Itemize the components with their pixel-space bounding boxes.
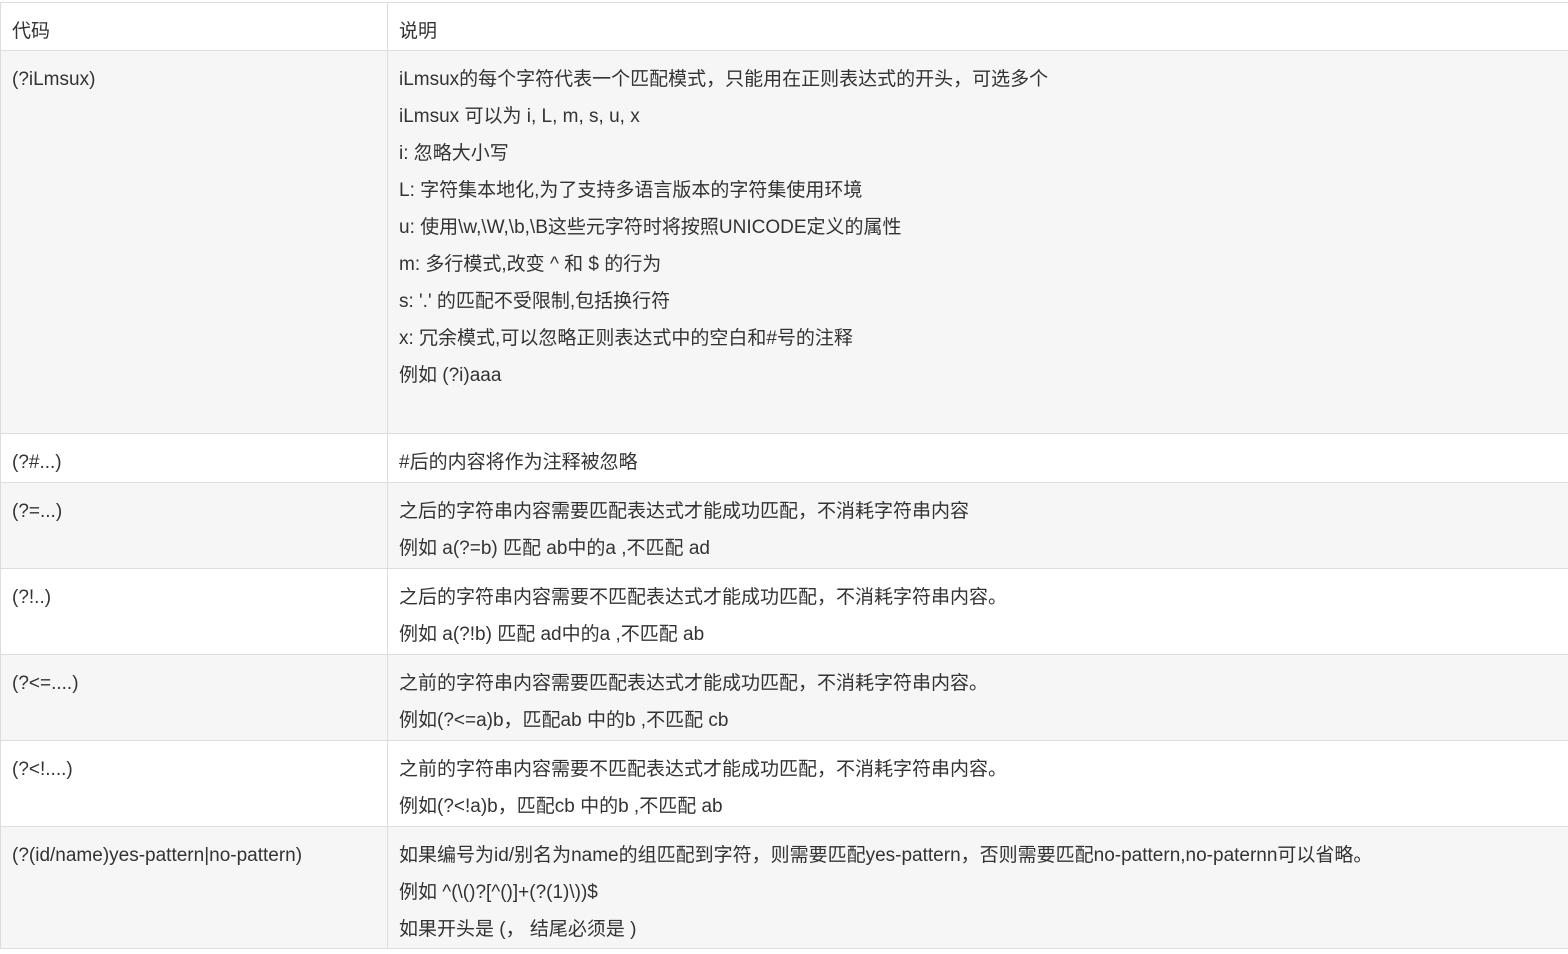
- table-row: (?iLmsux)iLmsux的每个字符代表一个匹配模式，只能用在正则表达式的开…: [1, 51, 1568, 434]
- description-line: i: 忽略大小写: [399, 135, 1558, 172]
- table-row: (?#...) #后的内容将作为注释被忽略: [1, 434, 1568, 483]
- description-line: #后的内容将作为注释被忽略: [399, 444, 1558, 481]
- description-line: 之前的字符串内容需要不匹配表达式才能成功匹配，不消耗字符串内容。: [399, 751, 1558, 788]
- header-desc: 说明: [388, 3, 1568, 51]
- description-line: s: '.' 的匹配不受限制,包括换行符: [399, 283, 1558, 320]
- description-cell: 之后的字符串内容需要匹配表达式才能成功匹配，不消耗字符串内容例如 a(?=b) …: [388, 483, 1568, 569]
- description-line: u: 使用\w,\W,\b,\B这些元字符时将按照UNICODE定义的属性: [399, 209, 1558, 246]
- table-row: (?<!....)之前的字符串内容需要不匹配表达式才能成功匹配，不消耗字符串内容…: [1, 741, 1568, 827]
- description-cell: 之前的字符串内容需要不匹配表达式才能成功匹配，不消耗字符串内容。例如(?<!a)…: [388, 741, 1568, 827]
- code-cell: (?<=....): [1, 655, 388, 741]
- code-cell: (?<!....): [1, 741, 388, 827]
- description-line: 例如 ^(\()?[^()]+(?(1)\))$: [399, 874, 1558, 911]
- description-line: 例如 a(?=b) 匹配 ab中的a ,不匹配 ad: [399, 530, 1558, 567]
- table-row: (?<=....)之前的字符串内容需要匹配表达式才能成功匹配，不消耗字符串内容。…: [1, 655, 1568, 741]
- table-row: (?!..)之后的字符串内容需要不匹配表达式才能成功匹配，不消耗字符串内容。例如…: [1, 569, 1568, 655]
- description-line: 如果编号为id/别名为name的组匹配到字符，则需要匹配yes-pattern，…: [399, 837, 1558, 874]
- description-line: 之后的字符串内容需要匹配表达式才能成功匹配，不消耗字符串内容: [399, 493, 1558, 530]
- description-line: 例如 (?i)aaa: [399, 357, 1558, 394]
- code-cell: (?=...): [1, 483, 388, 569]
- description-line: 之后的字符串内容需要不匹配表达式才能成功匹配，不消耗字符串内容。: [399, 579, 1558, 616]
- table-header-row: 代码 说明: [1, 3, 1568, 51]
- description-line: iLmsux的每个字符代表一个匹配模式，只能用在正则表达式的开头，可选多个: [399, 61, 1558, 98]
- table-row: (?=...)之后的字符串内容需要匹配表达式才能成功匹配，不消耗字符串内容例如 …: [1, 483, 1568, 569]
- code-cell: (?#...): [1, 434, 388, 483]
- description-line: m: 多行模式,改变 ^ 和 $ 的行为: [399, 246, 1558, 283]
- header-code: 代码: [1, 3, 388, 51]
- table-row: (?(id/name)yes-pattern|no-pattern) 如果编号为i…: [1, 827, 1568, 949]
- description-line: 例如 a(?!b) 匹配 ad中的a ,不匹配 ab: [399, 616, 1558, 653]
- description-line: L: 字符集本地化,为了支持多语言版本的字符集使用环境: [399, 172, 1558, 209]
- description-line: 例如(?<=a)b，匹配ab 中的b ,不匹配 cb: [399, 702, 1558, 739]
- description-cell: 之后的字符串内容需要不匹配表达式才能成功匹配，不消耗字符串内容。例如 a(?!b…: [388, 569, 1568, 655]
- description-line: x: 冗余模式,可以忽略正则表达式中的空白和#号的注释: [399, 320, 1558, 357]
- code-cell: (?(id/name)yes-pattern|no-pattern): [1, 827, 388, 949]
- code-cell: (?!..): [1, 569, 388, 655]
- description-cell: iLmsux的每个字符代表一个匹配模式，只能用在正则表达式的开头，可选多个iLm…: [388, 51, 1568, 434]
- description-line: iLmsux 可以为 i, L, m, s, u, x: [399, 98, 1558, 135]
- description-line: 之前的字符串内容需要匹配表达式才能成功匹配，不消耗字符串内容。: [399, 665, 1558, 702]
- description-cell: #后的内容将作为注释被忽略: [388, 434, 1568, 483]
- code-cell: (?iLmsux): [1, 51, 388, 434]
- description-cell: 之前的字符串内容需要匹配表达式才能成功匹配，不消耗字符串内容。例如(?<=a)b…: [388, 655, 1568, 741]
- description-line: 如果开头是 (， 结尾必须是 ): [399, 911, 1558, 948]
- description-cell: 如果编号为id/别名为name的组匹配到字符，则需要匹配yes-pattern，…: [388, 827, 1568, 949]
- description-line: 例如(?<!a)b，匹配cb 中的b ,不匹配 ab: [399, 788, 1558, 825]
- regex-syntax-table: 代码 说明 (?iLmsux)iLmsux的每个字符代表一个匹配模式，只能用在正…: [0, 2, 1568, 949]
